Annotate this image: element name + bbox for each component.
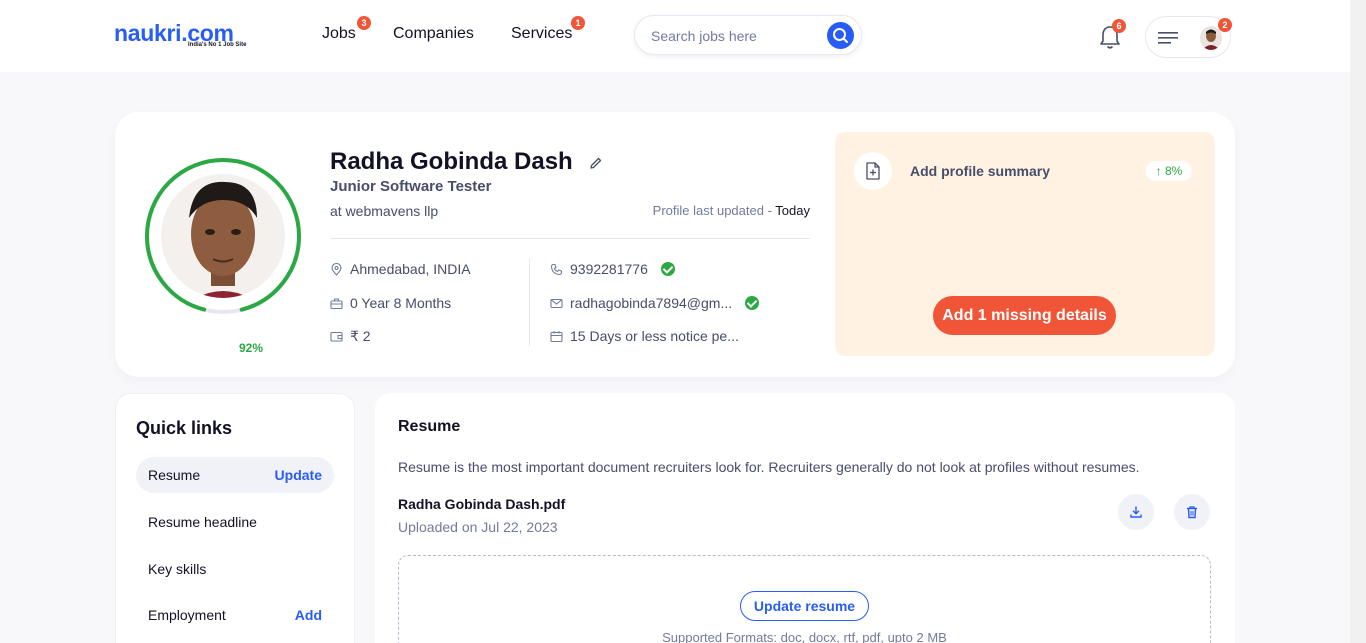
experience-row: 0 Year 8 Months <box>330 295 451 311</box>
nav-jobs-label: Jobs <box>322 25 356 42</box>
search-button[interactable] <box>827 22 854 49</box>
profile-designation: Junior Software Tester <box>330 178 492 195</box>
search-bar[interactable]: Search jobs here <box>634 15 862 55</box>
edit-icon[interactable] <box>589 156 603 170</box>
location-icon <box>331 262 342 276</box>
profile-menu-button[interactable]: 2 <box>1145 16 1232 58</box>
email-text: radhagobinda7894@gm... <box>570 295 733 311</box>
location-text: Ahmedabad, INDIA <box>350 261 471 277</box>
search-input[interactable]: Search jobs here <box>651 28 757 44</box>
logo-tagline: India's No 1 Job Site <box>188 42 247 48</box>
supported-formats: Supported Formats: doc, docx, rtf, pdf, … <box>662 630 947 643</box>
phone-icon <box>550 263 563 275</box>
profile-last-updated: Profile last updated - Today <box>652 203 810 218</box>
page-scrollbar[interactable] <box>1350 0 1366 643</box>
email-verified-icon <box>745 296 760 310</box>
document-add-icon <box>866 162 880 180</box>
quick-links-panel: Quick links Resume Update Resume headlin… <box>115 393 355 643</box>
experience-text: 0 Year 8 Months <box>350 295 452 311</box>
naukri-logo[interactable]: naukri.com India's No 1 Job Site <box>114 20 264 54</box>
nav-services-label: Services <box>511 25 573 42</box>
hamburger-icon <box>1158 32 1178 44</box>
arrow-up-icon: ↑ <box>1155 164 1162 178</box>
nav-companies-label: Companies <box>393 25 474 42</box>
resume-dropzone[interactable]: Update resume Supported Formats: doc, do… <box>398 555 1211 643</box>
profile-column-divider <box>529 258 530 346</box>
profile-card: 92% Radha Gobinda Dash Junior Software T… <box>115 112 1235 377</box>
mail-icon <box>550 298 563 308</box>
salary-text: ₹ 2 <box>350 328 371 344</box>
phone-text: 9392281776 <box>570 261 648 277</box>
quick-links-title: Quick links <box>136 418 233 438</box>
profile-photo <box>161 174 285 298</box>
quick-link-add[interactable]: Add <box>295 607 322 623</box>
quick-link-label: Resume headline <box>148 514 257 530</box>
add-missing-details-button[interactable]: Add 1 missing details <box>933 296 1116 335</box>
notice-row: 15 Days or less notice pe... <box>550 328 739 344</box>
quick-link-resume-headline[interactable]: Resume headline <box>136 504 334 540</box>
location-row: Ahmedabad, INDIA <box>330 261 471 277</box>
notifications-button[interactable]: 6 <box>1098 19 1126 51</box>
last-updated-label: Profile last updated <box>652 203 764 218</box>
quick-link-label: Resume <box>148 467 201 483</box>
trash-icon <box>1187 506 1197 519</box>
phone-verified-icon <box>660 262 675 276</box>
completion-gain-badge: ↑ 8% <box>1146 161 1192 181</box>
notification-badge: 6 <box>1112 19 1126 33</box>
pending-action-label: Add profile summary <box>910 163 1051 179</box>
user-avatar-small <box>1200 26 1222 50</box>
download-icon <box>1130 506 1142 518</box>
services-badge: 1 <box>571 16 585 30</box>
salary-row: ₹ 2 <box>330 328 371 345</box>
quick-link-update[interactable]: Update <box>275 467 322 483</box>
briefcase-icon <box>330 297 343 309</box>
resume-upload-date: Uploaded on Jul 22, 2023 <box>398 519 558 535</box>
profile-badge: 2 <box>1218 18 1232 32</box>
notice-text: 15 Days or less notice pe... <box>570 328 739 344</box>
profile-divider <box>330 238 810 239</box>
wallet-icon <box>330 331 343 342</box>
completion-percent: 92% <box>221 336 281 360</box>
quick-link-resume[interactable]: Resume Update <box>136 457 334 493</box>
gain-value: 8% <box>1165 164 1183 178</box>
search-icon <box>833 28 848 43</box>
nav-companies[interactable]: Companies <box>393 25 474 43</box>
profile-company: at webmavens llp <box>330 203 439 219</box>
last-updated-value: Today <box>775 203 810 218</box>
jobs-badge: 3 <box>357 16 371 30</box>
resume-title: Resume <box>398 418 461 435</box>
document-icon-wrap <box>854 152 892 190</box>
resume-section: Resume Resume is the most important docu… <box>375 393 1235 643</box>
top-header: naukri.com India's No 1 Job Site Jobs 3 … <box>0 0 1350 72</box>
email-row: radhagobinda7894@gm... <box>550 295 760 311</box>
resume-description: Resume is the most important document re… <box>398 459 1140 475</box>
quick-link-label: Key skills <box>148 561 207 577</box>
profile-name: Radha Gobinda Dash <box>330 148 573 175</box>
quick-link-employment[interactable]: Employment Add <box>136 597 334 633</box>
pending-action-box: Add profile summary ↑ 8% Add 1 missing d… <box>835 132 1215 356</box>
nav-jobs[interactable]: Jobs 3 <box>322 16 371 43</box>
update-resume-button[interactable]: Update resume <box>740 591 869 621</box>
profile-completion-ring: 92% <box>143 156 303 360</box>
delete-resume-button[interactable] <box>1174 494 1210 530</box>
calendar-icon <box>550 330 563 342</box>
download-resume-button[interactable] <box>1118 494 1154 530</box>
quick-link-label: Employment <box>148 607 226 623</box>
resume-file-name: Radha Gobinda Dash.pdf <box>398 496 566 512</box>
quick-link-key-skills[interactable]: Key skills <box>136 551 334 587</box>
phone-row: 9392281776 <box>550 261 675 277</box>
nav-services[interactable]: Services 1 <box>511 16 585 43</box>
